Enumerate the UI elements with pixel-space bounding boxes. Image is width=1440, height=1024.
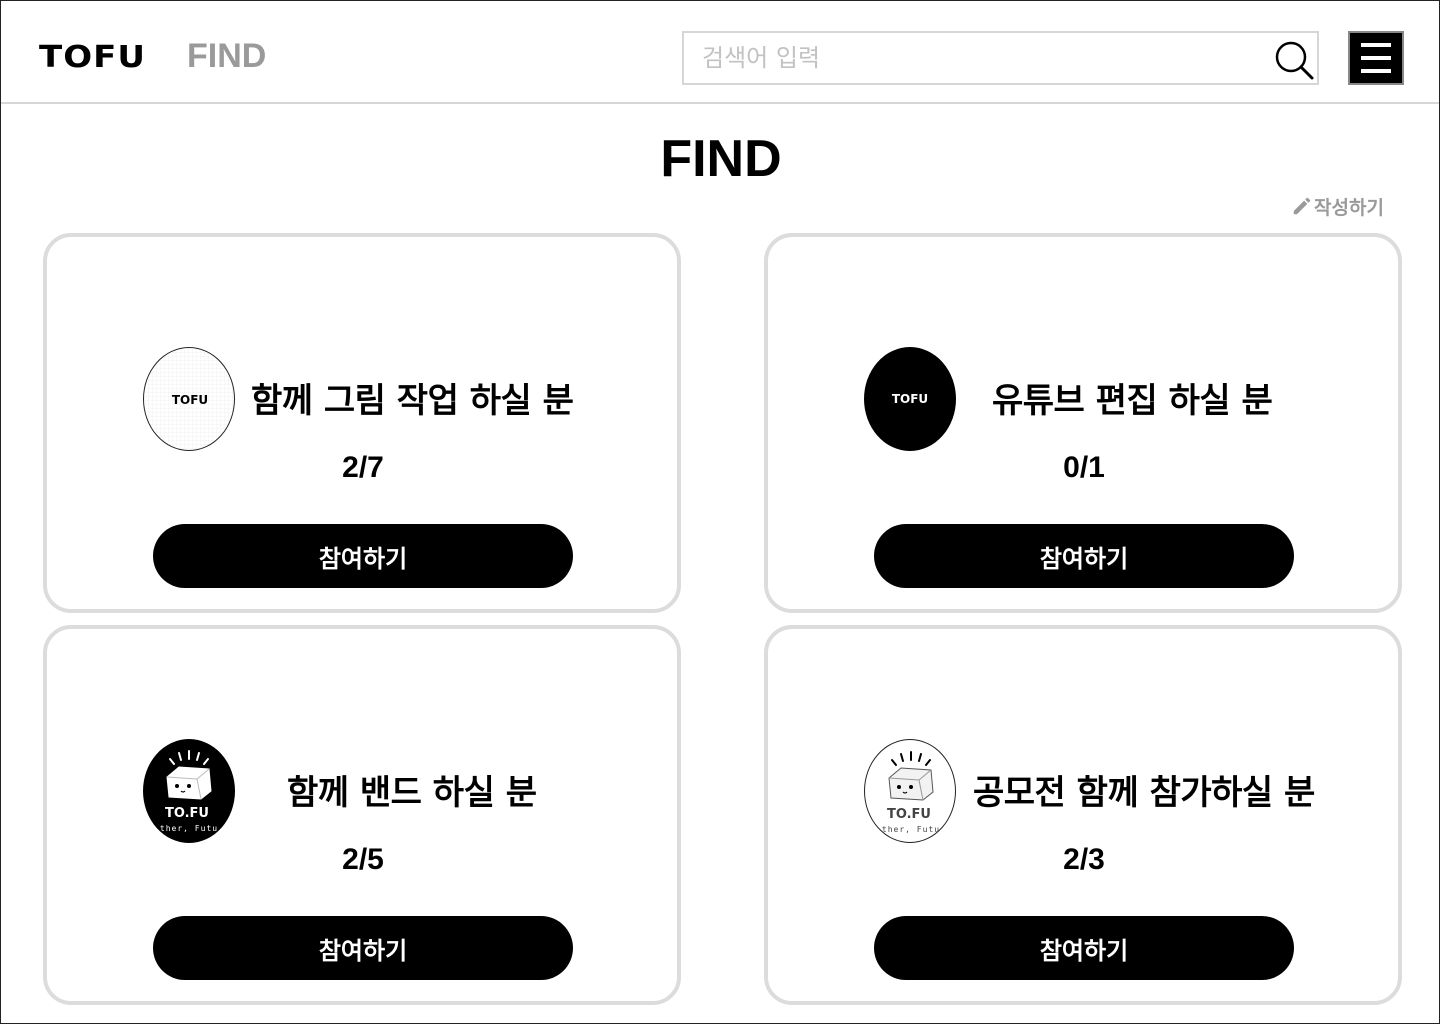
group-avatar: TOFU xyxy=(864,347,956,451)
join-button[interactable]: 참여하기 xyxy=(153,524,573,588)
card-title: 공모전 함께 참가하실 분 xyxy=(973,773,1315,813)
svg-text:TO.FU: TO.FU xyxy=(165,806,209,821)
group-avatar: TOFU xyxy=(143,347,235,451)
member-count: 2/3 xyxy=(1063,843,1105,876)
nav-find-link[interactable]: FIND xyxy=(187,37,266,76)
group-avatar: TO.FU ther, Futu xyxy=(864,739,956,843)
page-title: FIND xyxy=(660,130,782,188)
member-count: 2/7 xyxy=(342,451,384,484)
member-count: 2/5 xyxy=(342,843,384,876)
menu-line-icon xyxy=(1361,43,1391,47)
hamburger-menu-button[interactable] xyxy=(1348,31,1404,85)
tofu-logo-icon: TOFU xyxy=(144,348,234,450)
search-input[interactable] xyxy=(702,43,1262,73)
write-post-link[interactable]: 작성하기 xyxy=(1291,193,1384,219)
tofu-mascot-icon: TO.FU ther, Futu xyxy=(160,750,218,833)
join-button[interactable]: 참여하기 xyxy=(153,916,573,980)
svg-text:TOFU: TOFU xyxy=(172,393,208,407)
search-icon[interactable] xyxy=(1272,38,1316,82)
find-card: TO.FU ther, Futu 함께 밴드 하실 분 2/5 참여하기 xyxy=(43,625,681,1005)
svg-text:ther, Futu: ther, Futu xyxy=(160,824,218,833)
join-button[interactable]: 참여하기 xyxy=(874,524,1294,588)
tofu-logo[interactable]: TOFU xyxy=(39,39,146,75)
find-card: TOFU 유튜브 편집 하실 분 0/1 참여하기 xyxy=(764,233,1402,613)
tofu-mascot-icon: TO.FU ther, Futu xyxy=(882,751,940,834)
card-title: 유튜브 편집 하실 분 xyxy=(992,381,1273,421)
card-title: 함께 밴드 하실 분 xyxy=(287,773,537,813)
svg-text:TO.FU: TO.FU xyxy=(887,807,931,822)
member-count: 0/1 xyxy=(1063,451,1105,484)
card-title: 함께 그림 작업 하실 분 xyxy=(251,381,574,421)
app-frame: TOFU FIND FIND 작성하기 xyxy=(0,0,1440,1024)
search-bar xyxy=(682,31,1319,85)
find-card: TO.FU ther, Futu 공모전 함께 참가하실 분 2/3 참여하기 xyxy=(764,625,1402,1005)
menu-line-icon xyxy=(1361,69,1391,73)
top-header: TOFU FIND xyxy=(1,1,1439,104)
find-card: TOFU 함께 그림 작업 하실 분 2/7 참여하기 xyxy=(43,233,681,613)
tofu-logo-icon: TOFU xyxy=(892,392,928,406)
pencil-icon xyxy=(1293,197,1311,215)
svg-text:TOFU: TOFU xyxy=(892,392,928,406)
menu-line-icon xyxy=(1361,56,1391,60)
group-avatar: TO.FU ther, Futu xyxy=(143,739,235,843)
join-button[interactable]: 참여하기 xyxy=(874,916,1294,980)
write-post-label: 작성하기 xyxy=(1314,196,1384,219)
svg-text:ther, Futu: ther, Futu xyxy=(882,825,940,834)
